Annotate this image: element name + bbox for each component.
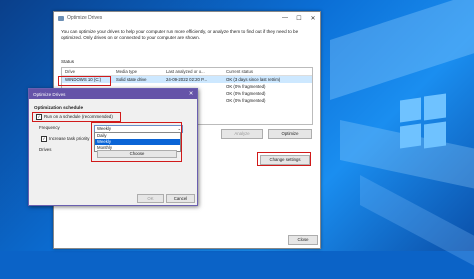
current-status: OK (3 days since last retrim)	[226, 77, 281, 82]
frequency-label: Frequency	[39, 125, 60, 130]
drive-icon	[58, 15, 64, 21]
last-analyzed: 24-09-2022 02:20 P...	[166, 77, 208, 82]
dialog-titlebar: Optimize Drives ✕	[29, 89, 197, 99]
column-last-analyzed[interactable]: Last analyzed or o...	[166, 69, 226, 74]
increase-priority-label[interactable]: Increase task priority	[49, 136, 90, 141]
light-beam	[330, 0, 474, 101]
drives-label: Drives	[39, 147, 52, 152]
ok-button[interactable]: OK	[137, 194, 164, 203]
highlight-frequency	[91, 122, 182, 162]
column-media-type[interactable]: Media type	[116, 69, 166, 74]
schedule-heading: Optimization schedule	[34, 105, 84, 110]
dialog-close-button[interactable]: ✕	[185, 91, 197, 97]
increase-priority-checkbox[interactable]: ✓	[41, 136, 47, 142]
highlight-run-on-schedule	[32, 112, 121, 122]
window-titlebar: Optimize Drives — ☐ ✕	[54, 12, 320, 24]
current-status: OK (0% fragmented)	[226, 84, 266, 89]
column-drive[interactable]: Drive	[62, 69, 116, 74]
dialog-title: Optimize Drives	[33, 91, 66, 97]
table-header: Drive Media type Last analyzed or o... C…	[62, 68, 312, 76]
intro-text: You can optimize your drives to help you…	[61, 29, 299, 40]
maximize-button[interactable]: ☐	[292, 15, 306, 22]
window-title: Optimize Drives	[67, 15, 103, 21]
close-button[interactable]: Close	[288, 235, 318, 245]
windows-logo	[400, 93, 446, 151]
column-current-status[interactable]: Current status	[226, 69, 312, 74]
minimize-button[interactable]: —	[278, 15, 292, 22]
highlight-change-settings	[257, 152, 311, 166]
cancel-button[interactable]: Cancel	[166, 194, 195, 203]
highlight-drive	[58, 76, 111, 86]
optimize-button[interactable]: Optimize	[268, 129, 312, 139]
analyze-button[interactable]: Analyze	[221, 129, 263, 139]
light-beam	[360, 175, 474, 279]
current-status: OK (0% fragmented)	[226, 98, 266, 103]
media-type: Solid state drive	[116, 77, 147, 82]
current-status: OK (0% fragmented)	[226, 91, 266, 96]
close-window-button[interactable]: ✕	[306, 15, 320, 22]
status-label: Status	[61, 59, 75, 64]
